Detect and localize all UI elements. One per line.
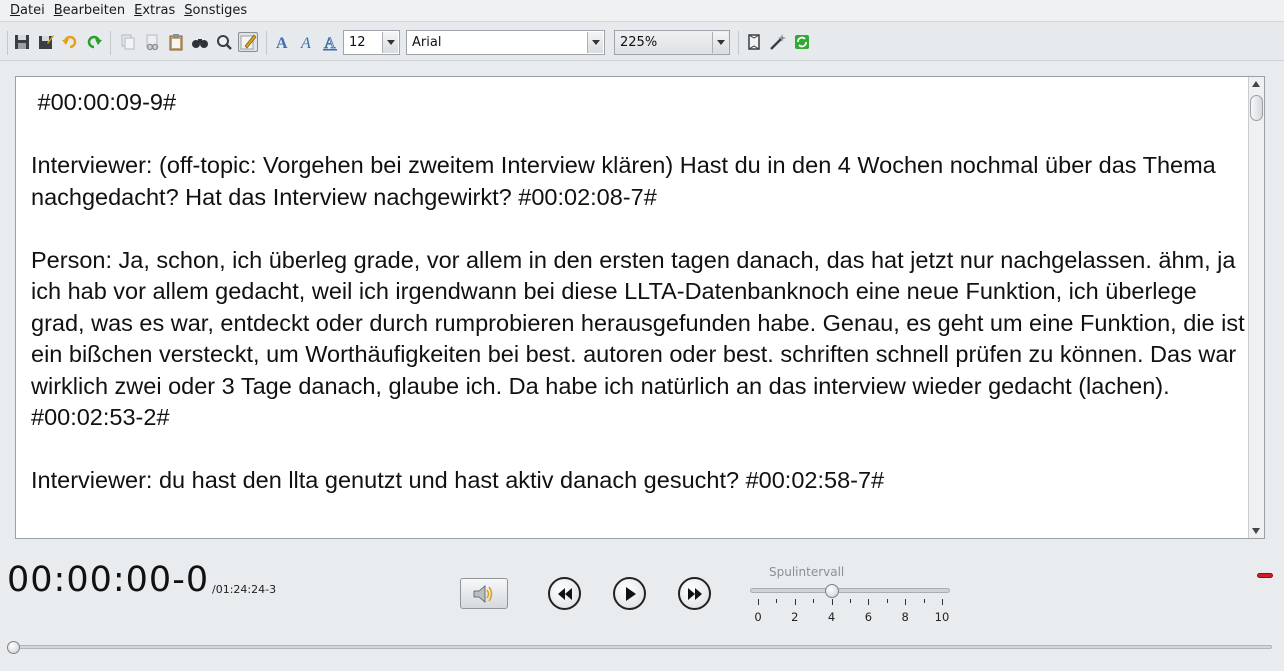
binoculars-icon[interactable] <box>190 32 210 52</box>
slider-tick-label: 10 <box>934 610 950 624</box>
svg-text:A: A <box>276 35 288 51</box>
font-family-value: Arial <box>412 35 442 50</box>
page-layout-icon[interactable] <box>744 32 764 52</box>
font-outline-icon[interactable]: A <box>320 32 340 52</box>
transcript-text[interactable]: #00:00:09-9# Interviewer: (off-topic: Vo… <box>31 87 1246 497</box>
font-bold-icon[interactable]: A <box>273 32 293 52</box>
playback-position-track[interactable] <box>12 645 1272 649</box>
slider-tick-label: 0 <box>754 610 762 624</box>
slider-tick-label: 2 <box>791 610 799 624</box>
spulintervall-slider-thumb[interactable] <box>824 584 839 598</box>
menu-extras[interactable]: Extras <box>134 3 175 18</box>
chevron-down-icon[interactable] <box>712 32 728 53</box>
slider-tick <box>923 599 925 603</box>
scrollbar-thumb[interactable] <box>1250 95 1263 121</box>
slider-tick <box>776 599 778 603</box>
paste-icon[interactable] <box>166 32 186 52</box>
slider-tick <box>868 599 870 605</box>
font-italic-icon[interactable]: A <box>297 32 317 52</box>
zoom-select[interactable]: 225% <box>614 30 730 55</box>
save-icon[interactable] <box>12 32 32 52</box>
svg-text:A: A <box>300 35 311 51</box>
menu-bearbeiten[interactable]: Bearbeiten <box>54 3 125 18</box>
slider-tick <box>905 599 907 605</box>
menu-sonstiges[interactable]: Sonstiges <box>184 3 247 18</box>
spulintervall-label: Spulintervall <box>769 565 845 579</box>
slider-tick <box>758 599 759 605</box>
edit-pencil-icon[interactable] <box>238 32 258 52</box>
undo-icon[interactable] <box>60 32 80 52</box>
rewind-icon <box>557 587 572 600</box>
svg-text:A: A <box>324 35 336 51</box>
search-replace-icon[interactable] <box>214 32 234 52</box>
fast-forward-icon <box>687 587 702 600</box>
total-time: /01:24:24-3 <box>212 583 277 596</box>
menubar: Datei Bearbeiten Extras Sonstiges <box>0 0 1284 22</box>
editor-scrollbar[interactable] <box>1248 77 1264 538</box>
chevron-down-icon[interactable] <box>382 32 398 53</box>
cut-icon[interactable] <box>142 32 162 52</box>
toolbar-separator <box>266 31 267 55</box>
slider-tick-label: 8 <box>901 610 909 624</box>
slider-tick <box>886 599 888 603</box>
copy-icon[interactable] <box>118 32 138 52</box>
chevron-down-icon[interactable] <box>587 32 603 53</box>
slider-tick-label: 6 <box>864 610 873 624</box>
slider-tick <box>831 599 833 605</box>
magic-wand-icon[interactable] <box>768 32 788 52</box>
playback-position-thumb[interactable] <box>7 641 20 654</box>
toolbar-separator <box>7 31 8 55</box>
current-time: 00:00:00-0 <box>7 560 210 600</box>
slider-tick <box>850 599 851 603</box>
fast-forward-button[interactable] <box>678 577 711 610</box>
zoom-value: 225% <box>620 35 658 50</box>
refresh-icon[interactable] <box>792 32 812 52</box>
play-icon <box>625 586 636 601</box>
font-family-select[interactable]: Arial <box>406 30 605 55</box>
slider-tick <box>794 599 796 605</box>
play-button[interactable] <box>613 577 646 610</box>
scroll-down-arrow-icon[interactable] <box>1252 528 1260 534</box>
marker-indicator[interactable] <box>1257 573 1273 578</box>
rewind-button[interactable] <box>548 577 581 610</box>
speaker-icon <box>473 584 493 603</box>
font-size-select[interactable]: 12 <box>343 30 400 55</box>
scroll-up-arrow-icon[interactable] <box>1252 81 1260 87</box>
volume-button[interactable] <box>460 578 508 609</box>
toolbar-separator <box>738 31 739 55</box>
font-size-value: 12 <box>349 35 366 50</box>
toolbar-separator <box>110 31 111 55</box>
menu-datei[interactable]: Datei <box>10 3 45 18</box>
redo-icon[interactable] <box>84 32 104 52</box>
slider-tick-label: 4 <box>827 610 836 624</box>
toolbar: A A A 12 Arial 225% <box>0 23 1284 61</box>
spulintervall-slider-track[interactable] <box>750 588 950 593</box>
transcript-editor[interactable]: #00:00:09-9# Interviewer: (off-topic: Vo… <box>15 76 1265 539</box>
slider-tick <box>813 599 815 603</box>
save-as-icon[interactable] <box>36 32 56 52</box>
slider-tick <box>942 599 943 605</box>
